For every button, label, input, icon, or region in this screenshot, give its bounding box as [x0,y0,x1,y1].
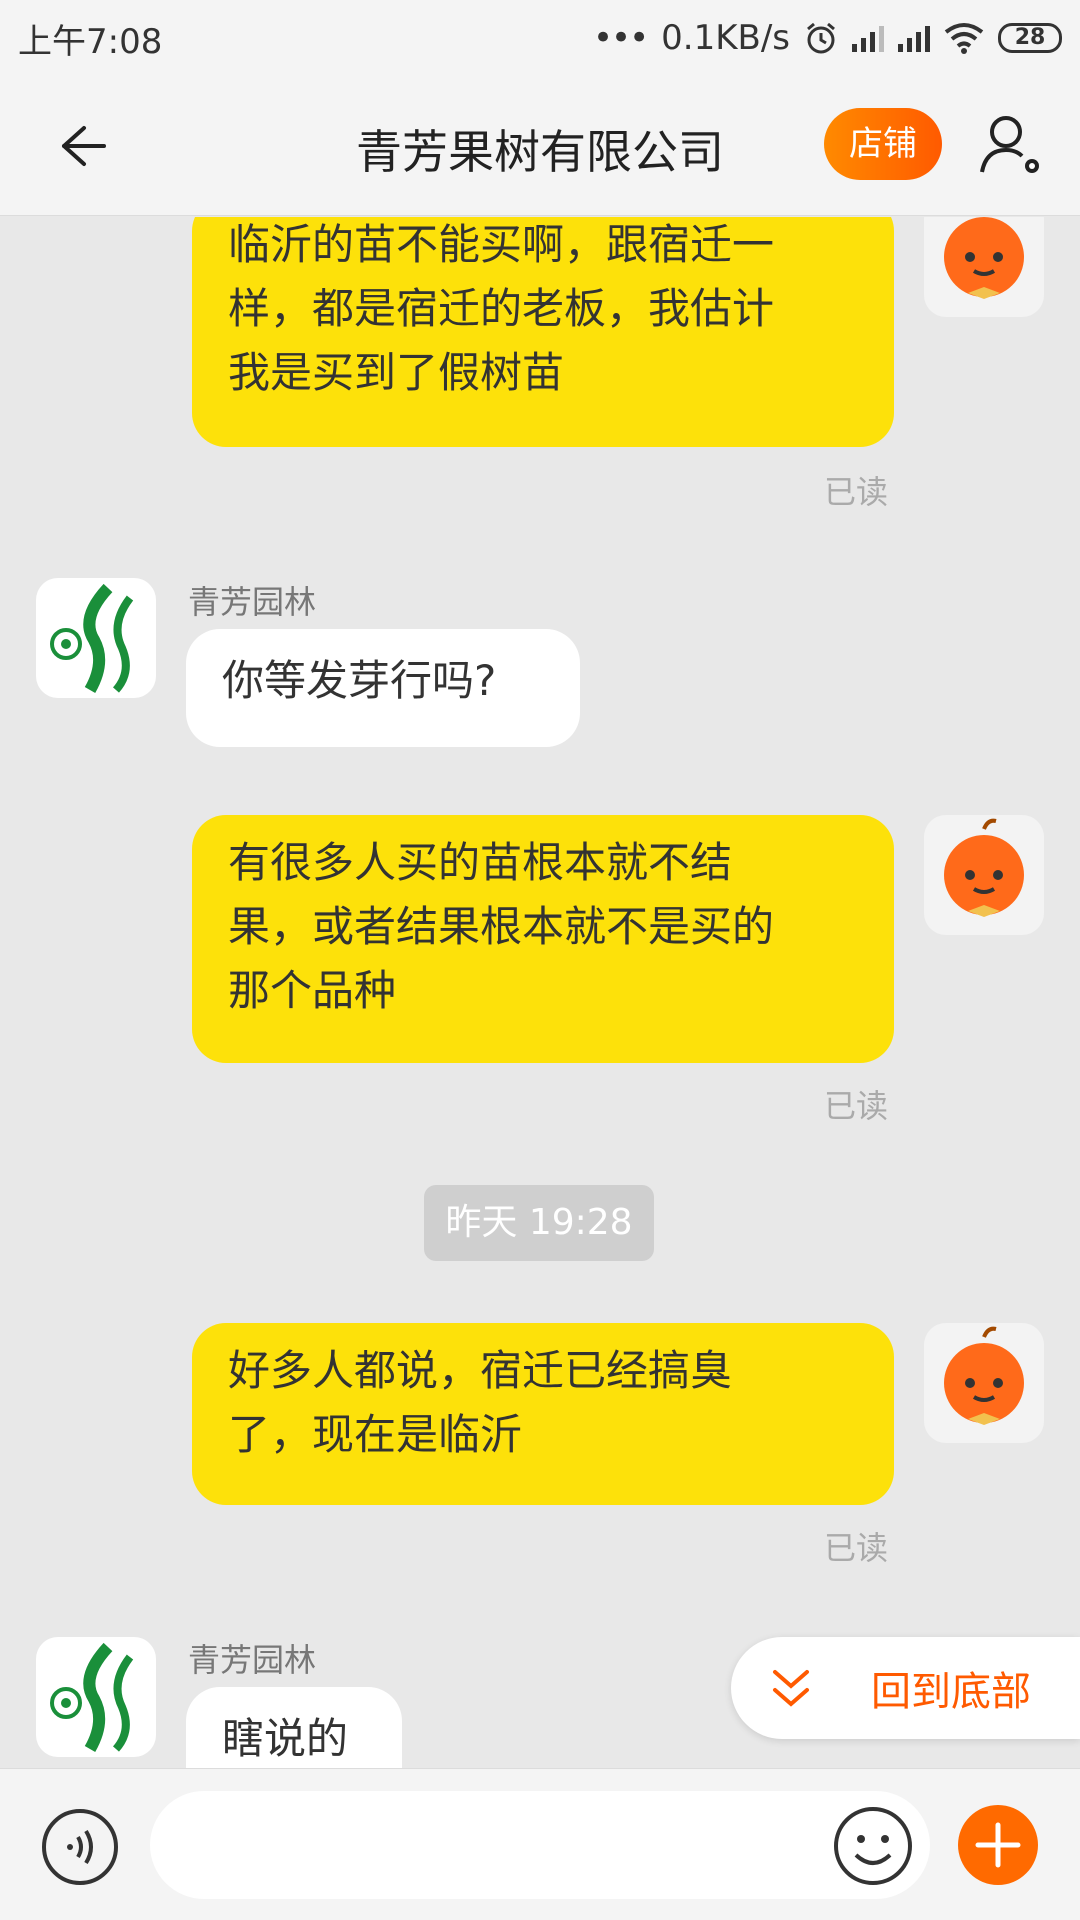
message-line: 了，现在是临沂 [228,1410,523,1459]
my-message-bubble[interactable]: 好多人都说，宿迁已经搞臭 了，现在是临沂 [192,1323,894,1505]
alarm-icon [807,22,835,54]
message-line: 那个品种 [228,966,397,1015]
message-line: 好多人都说，宿迁已经搞臭 [228,1346,733,1395]
back-to-bottom-label: 回到底部 [871,1669,1031,1715]
signal-icon-2 [898,24,930,52]
signal-icon-1 [852,24,884,52]
message-line: 临沂的苗不能买啊，跟宿迁一 [228,220,775,269]
time-divider: 昨天 19:28 [424,1185,654,1261]
voice-icon[interactable] [40,1807,120,1887]
chat-message-list[interactable]: 临沂的苗不能买啊，跟宿迁一 样，都是宿迁的老板，我估计 我是买到了假树苗 已读 … [0,217,1080,1768]
message-input-bar [0,1768,1080,1920]
read-status: 已读 [824,1529,889,1567]
more-dots-icon: ••• [592,18,649,58]
seller-avatar[interactable] [36,578,156,698]
message-line: 有很多人买的苗根本就不结 [228,838,733,887]
status-time: 上午7:08 [18,21,163,62]
plus-button[interactable] [958,1805,1038,1885]
my-message-bubble[interactable]: 有很多人买的苗根本就不结 果，或者结果根本就不是买的 那个品种 [192,815,894,1063]
seller-message-bubble[interactable]: 瞎说的 [186,1687,402,1768]
pumpkin-mascot-icon [944,1326,1024,1425]
message-line: 样，都是宿迁的老板，我估计 [228,284,775,333]
shop-button[interactable]: 店铺 [824,108,942,180]
sender-name: 青芳园林 [188,583,317,621]
pumpkin-mascot-icon [944,818,1024,917]
wifi-icon [944,23,984,54]
pumpkin-mascot-icon [944,217,1024,299]
seller-message-bubble[interactable]: 你等发芽行吗? [186,629,580,747]
read-status: 已读 [824,1087,889,1125]
status-bar: 上午7:08 ••• 0.1KB/s 28 [0,0,1080,76]
my-avatar[interactable] [924,217,1044,317]
chat-header: 青芳果树有限公司 店铺 [0,76,1080,216]
emoji-icon[interactable] [832,1805,914,1887]
network-speed: 0.1KB/s [661,18,790,58]
seller-avatar[interactable] [36,1637,156,1757]
brand-logo-icon [50,1642,134,1752]
read-status: 已读 [824,473,889,511]
status-icons: ••• 0.1KB/s 28 [593,18,1062,58]
user-settings-icon[interactable] [976,110,1048,182]
message-input[interactable] [150,1791,930,1899]
plus-icon [975,1822,1021,1868]
brand-logo-icon [50,583,134,693]
message-line: 我是买到了假树苗 [228,348,565,397]
battery-icon: 28 [998,23,1062,53]
message-line: 果，或者结果根本就不是买的 [228,902,775,951]
my-message-bubble[interactable]: 临沂的苗不能买啊，跟宿迁一 样，都是宿迁的老板，我估计 我是买到了假树苗 [192,217,894,447]
my-avatar[interactable] [924,815,1044,935]
back-to-bottom-button[interactable]: 回到底部 [731,1637,1080,1739]
my-avatar[interactable] [924,1323,1044,1443]
sender-name: 青芳园林 [188,1641,317,1679]
double-chevron-down-icon [773,1670,809,1707]
